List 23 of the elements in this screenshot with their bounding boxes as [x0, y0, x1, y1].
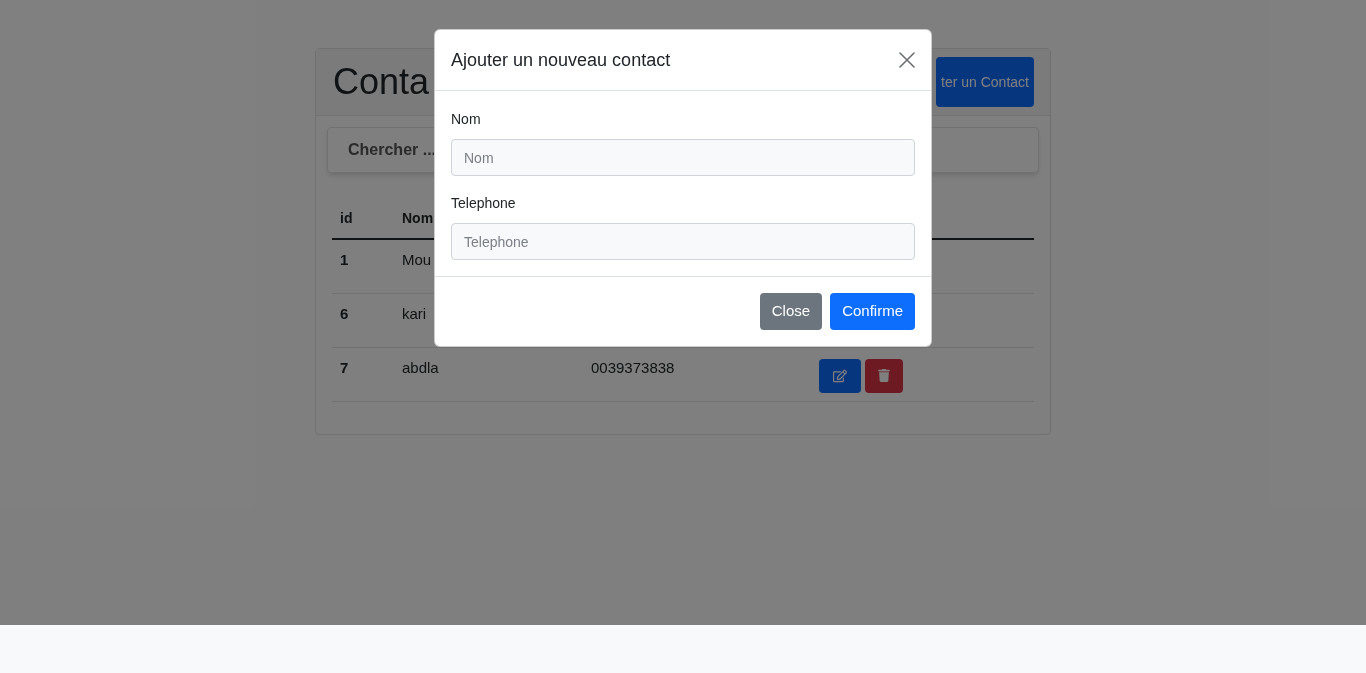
- table-cell: abdla: [402, 358, 439, 376]
- close-footer-button[interactable]: Close: [759, 293, 823, 330]
- table-cell: 1: [340, 251, 349, 268]
- add-contact-button[interactable]: ter un Contact: [936, 57, 1034, 107]
- delete-button[interactable]: [865, 358, 903, 393]
- table-cell: Mou: [402, 251, 432, 268]
- modal-title: Ajouter un nouveau contact: [451, 49, 671, 72]
- field-label: Nom: [451, 110, 482, 129]
- table-cell: kari: [402, 304, 427, 322]
- text-input-field[interactable]: Telephone: [451, 223, 915, 260]
- text-input-field[interactable]: Nom: [451, 139, 915, 176]
- confirm-button[interactable]: Confirme: [830, 293, 915, 330]
- edit-button[interactable]: [819, 358, 861, 393]
- close-button[interactable]: [899, 52, 915, 68]
- column-header: Nom: [402, 210, 434, 226]
- close-icon: [899, 52, 915, 68]
- table-cell: 6: [340, 304, 349, 322]
- field-label: Telephone: [451, 194, 517, 213]
- page-title: Conta: [332, 60, 430, 104]
- table-cell: 0039373838: [591, 358, 675, 376]
- table-cell: 7: [340, 358, 349, 376]
- trash-icon: [878, 369, 890, 382]
- column-header: id: [340, 210, 353, 226]
